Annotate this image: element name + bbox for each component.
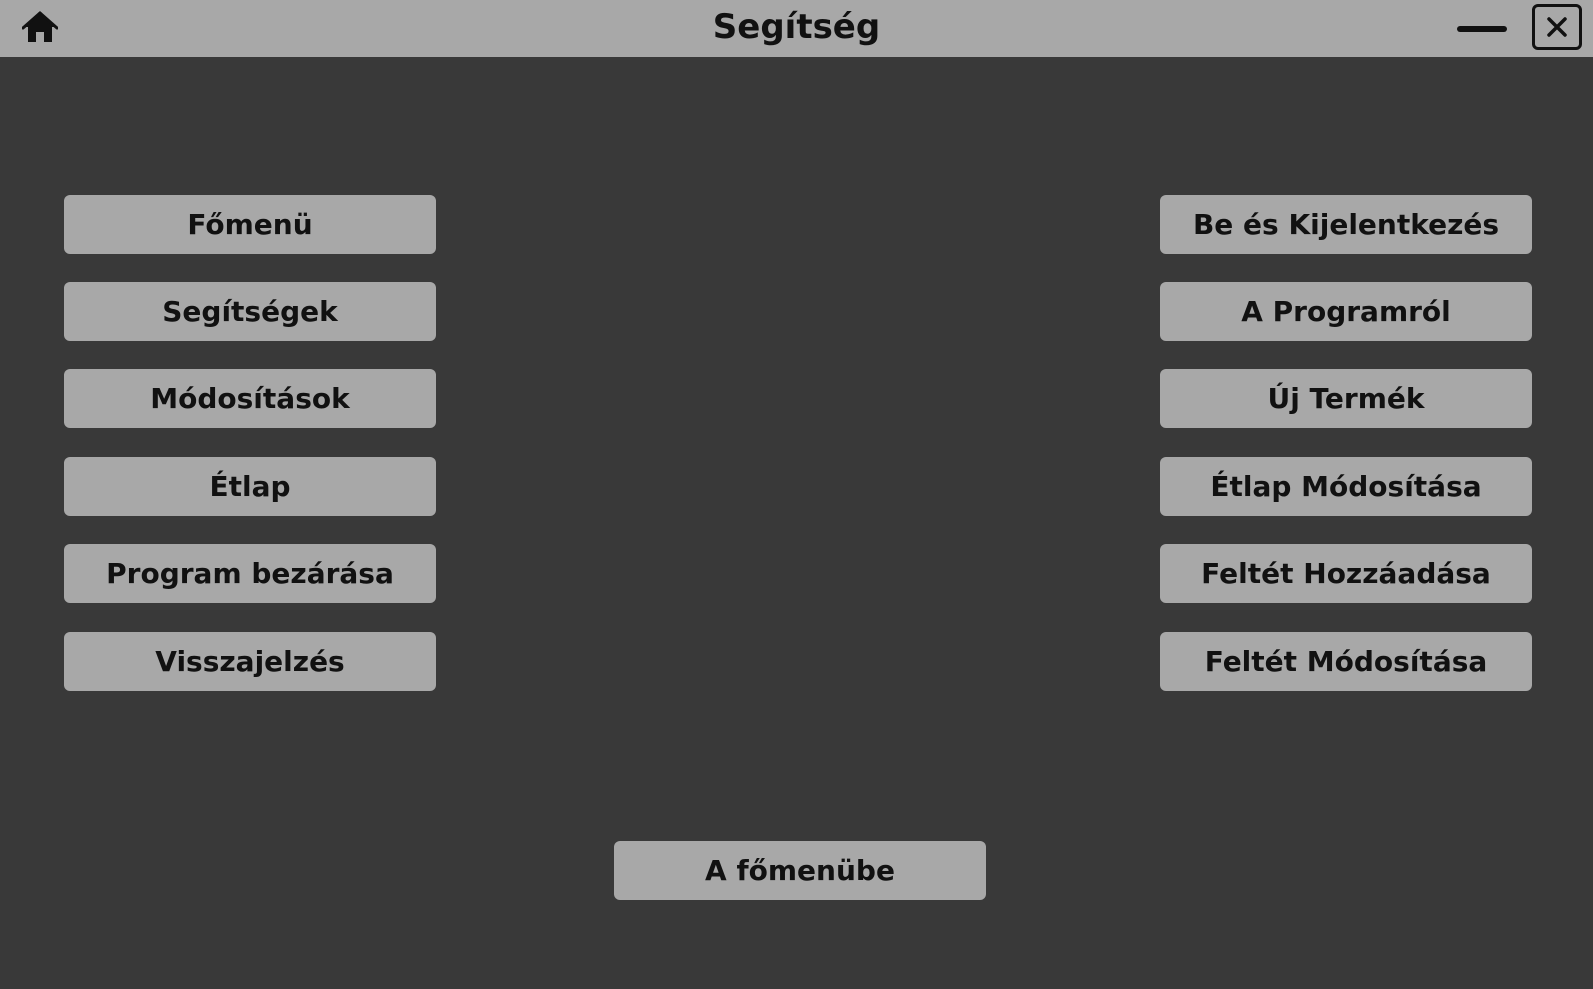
menu-button-modositasok[interactable]: Módosítások <box>64 369 436 428</box>
menu-button-program-bezarasa[interactable]: Program bezárása <box>64 544 436 603</box>
minimize-icon <box>1457 26 1507 32</box>
help-window: Segítség Főmenü Segítségek Módosítások É… <box>0 0 1593 989</box>
menu-button-segitsegek[interactable]: Segítségek <box>64 282 436 341</box>
close-button[interactable] <box>1532 4 1582 50</box>
menu-button-be-es-kijelentkezes[interactable]: Be és Kijelentkezés <box>1160 195 1532 254</box>
menu-button-uj-termek[interactable]: Új Termék <box>1160 369 1532 428</box>
menu-button-visszajelzes[interactable]: Visszajelzés <box>64 632 436 691</box>
menu-button-feltet-hozzaadasa[interactable]: Feltét Hozzáadása <box>1160 544 1532 603</box>
menu-button-feltet-modositasa[interactable]: Feltét Módosítása <box>1160 632 1532 691</box>
menu-button-etlap[interactable]: Étlap <box>64 457 436 516</box>
close-icon <box>1547 17 1567 37</box>
minimize-button[interactable] <box>1455 18 1509 40</box>
menu-button-a-programrol[interactable]: A Programról <box>1160 282 1532 341</box>
title-bar: Segítség <box>0 0 1593 57</box>
menu-button-fomenu[interactable]: Főmenü <box>64 195 436 254</box>
menu-button-etlap-modositasa[interactable]: Étlap Módosítása <box>1160 457 1532 516</box>
home-button[interactable] <box>21 10 59 46</box>
home-icon <box>21 11 59 42</box>
window-title: Segítség <box>712 7 881 47</box>
back-to-main-menu-button[interactable]: A főmenübe <box>614 841 986 900</box>
